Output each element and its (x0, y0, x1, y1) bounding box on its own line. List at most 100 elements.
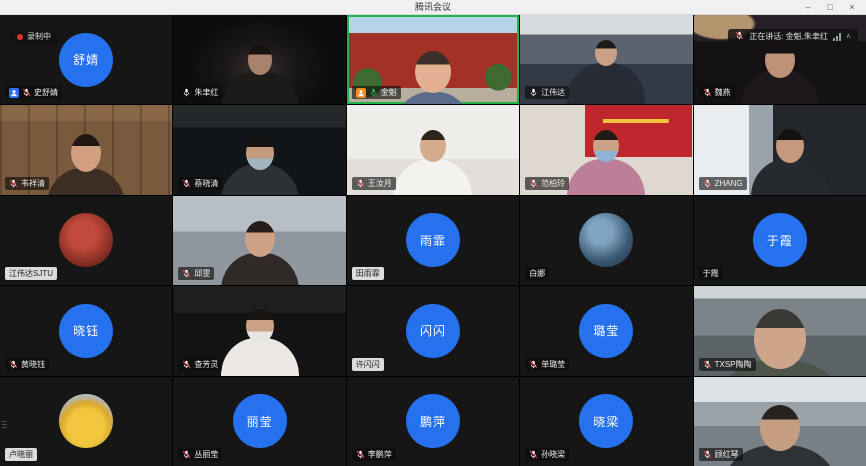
window-controls: – □ × (798, 0, 862, 14)
participant-nameplate: 查芳灵 (178, 358, 222, 371)
participant-nameplate: 单璐莹 (525, 358, 569, 371)
participant-nameplate: 江伟达SJTU (5, 267, 57, 280)
participant-name: 于霞 (703, 268, 719, 279)
participant-name: 魏燕 (715, 87, 731, 98)
participant-name: 蔡晓清 (194, 178, 218, 189)
participant-tile[interactable]: 朱聿红 (173, 15, 345, 104)
initials-avatar: 雨霏 (406, 213, 460, 267)
participant-tile[interactable]: 王汝月 (347, 105, 519, 194)
participant-tile[interactable]: 邱雯 (173, 196, 345, 285)
participant-tile[interactable]: 于霞于霞 (694, 196, 866, 285)
muted-mic-icon (182, 179, 191, 188)
mic-icon (369, 88, 378, 97)
maximize-button[interactable]: □ (820, 0, 840, 14)
initials-avatar: 鹏萍 (406, 394, 460, 448)
muted-mic-icon (703, 360, 712, 369)
participant-nameplate: 孙晓梁 (525, 448, 569, 461)
avatar-text: 闪闪 (420, 322, 446, 339)
avatar-text: 丽莹 (247, 413, 273, 430)
initials-avatar: 晓钰 (59, 304, 113, 358)
participant-name: 江伟达SJTU (9, 268, 53, 279)
participant-name: 李鹏萍 (368, 449, 392, 460)
participant-tile[interactable]: 卢晓丽 (0, 377, 172, 466)
minimize-button[interactable]: – (798, 0, 818, 14)
participant-tile[interactable]: TXSP陶陶 (694, 286, 866, 375)
participant-name: 白娜 (529, 268, 545, 279)
participant-tile[interactable]: 韦祥清 (0, 105, 172, 194)
participant-tile[interactable]: 顾红琴 (694, 377, 866, 466)
participant-tile[interactable]: 范柏玲 (520, 105, 692, 194)
participant-tile[interactable]: 江伟达 (520, 15, 692, 104)
initials-avatar: 舒婧 (59, 33, 113, 87)
participant-nameplate: 顾红琴 (699, 448, 743, 461)
participant-name: 邱雯 (194, 268, 210, 279)
participant-tile[interactable]: 雨霏田雨霏 (347, 196, 519, 285)
participant-name: 韦祥清 (21, 178, 45, 189)
speaking-banner-text: 正在讲话: 金魁,朱聿红 (749, 31, 828, 42)
participant-tile[interactable]: 晓钰 黄晓钰 (0, 286, 172, 375)
participant-nameplate: 于霞 (699, 267, 723, 280)
participant-tile[interactable]: 江伟达SJTU (0, 196, 172, 285)
photo-avatar (579, 213, 633, 267)
sidebar-handle-icon[interactable] (0, 414, 9, 434)
muted-mic-icon (182, 450, 191, 459)
participant-name: 孙晓梁 (541, 449, 565, 460)
participant-name: ZHANG (715, 179, 743, 188)
participant-nameplate: TXSP陶陶 (699, 358, 756, 371)
video-grid: 舒婧 史舒婧 朱聿红 金魁 江伟达 魏燕 韦祥清 蔡晓清 王汝月 范柏玲 (0, 15, 866, 466)
participant-nameplate: 金魁 (352, 86, 401, 99)
participant-nameplate: 白娜 (525, 267, 549, 280)
muted-mic-icon (182, 360, 191, 369)
participant-tile[interactable]: 丽莹 丛丽莹 (173, 377, 345, 466)
participant-tile[interactable]: 查芳灵 (173, 286, 345, 375)
avatar-text: 雨霏 (420, 232, 446, 249)
muted-mic-icon (735, 31, 744, 40)
participant-name: 范柏玲 (541, 178, 565, 189)
participant-name: 黄晓钰 (21, 359, 45, 370)
initials-avatar: 璐莹 (579, 304, 633, 358)
participant-tile[interactable]: 蔡晓清 (173, 105, 345, 194)
avatar-text: 于霞 (767, 232, 793, 249)
participant-tile[interactable]: 璐莹 单璐莹 (520, 286, 692, 375)
cohost-badge-icon (9, 88, 19, 98)
muted-mic-icon (9, 179, 18, 188)
recording-badge: 录制中 (10, 29, 58, 44)
participant-name: 王汝月 (368, 178, 392, 189)
participant-nameplate: 魏燕 (699, 86, 735, 99)
participant-name: TXSP陶陶 (715, 359, 752, 370)
participant-name: 田雨霏 (356, 268, 380, 279)
participant-name: 顾红琴 (715, 449, 739, 460)
participant-nameplate: 范柏玲 (525, 177, 569, 190)
muted-mic-icon (182, 269, 191, 278)
participant-nameplate: 李鹏萍 (352, 448, 396, 461)
mic-icon (182, 88, 191, 97)
participant-tile[interactable]: 金魁 (347, 15, 519, 104)
participant-nameplate: 蔡晓清 (178, 177, 222, 190)
participant-tile[interactable]: 晓梁 孙晓梁 (520, 377, 692, 466)
participant-nameplate: 黄晓钰 (5, 358, 49, 371)
participant-nameplate: 邱雯 (178, 267, 214, 280)
network-signal-icon (833, 33, 841, 41)
muted-mic-icon (735, 31, 744, 42)
participant-tile[interactable]: 闪闪许闪闪 (347, 286, 519, 375)
participant-tile[interactable]: ZHANG (694, 105, 866, 194)
speaking-banner[interactable]: 正在讲话: 金魁,朱聿红 ∧ (728, 29, 858, 44)
participant-name: 金魁 (381, 87, 397, 98)
participant-nameplate: 朱聿红 (178, 86, 222, 99)
muted-mic-icon (529, 360, 538, 369)
participant-nameplate: 卢晓丽 (5, 448, 37, 461)
participant-nameplate: 丛丽莹 (178, 448, 222, 461)
muted-mic-icon (9, 360, 18, 369)
participant-name: 朱聿红 (194, 87, 218, 98)
participant-nameplate: 江伟达 (525, 86, 569, 99)
recording-label: 录制中 (27, 31, 51, 42)
participant-tile[interactable]: 鹏萍 李鹏萍 (347, 377, 519, 466)
participant-nameplate: 韦祥清 (5, 177, 49, 190)
avatar-text: 鹏萍 (420, 413, 446, 430)
muted-mic-icon (703, 450, 712, 459)
muted-mic-icon (356, 450, 365, 459)
participant-name: 江伟达 (541, 87, 565, 98)
participant-tile[interactable]: 白娜 (520, 196, 692, 285)
avatar-text: 晓梁 (593, 413, 619, 430)
close-button[interactable]: × (842, 0, 862, 14)
